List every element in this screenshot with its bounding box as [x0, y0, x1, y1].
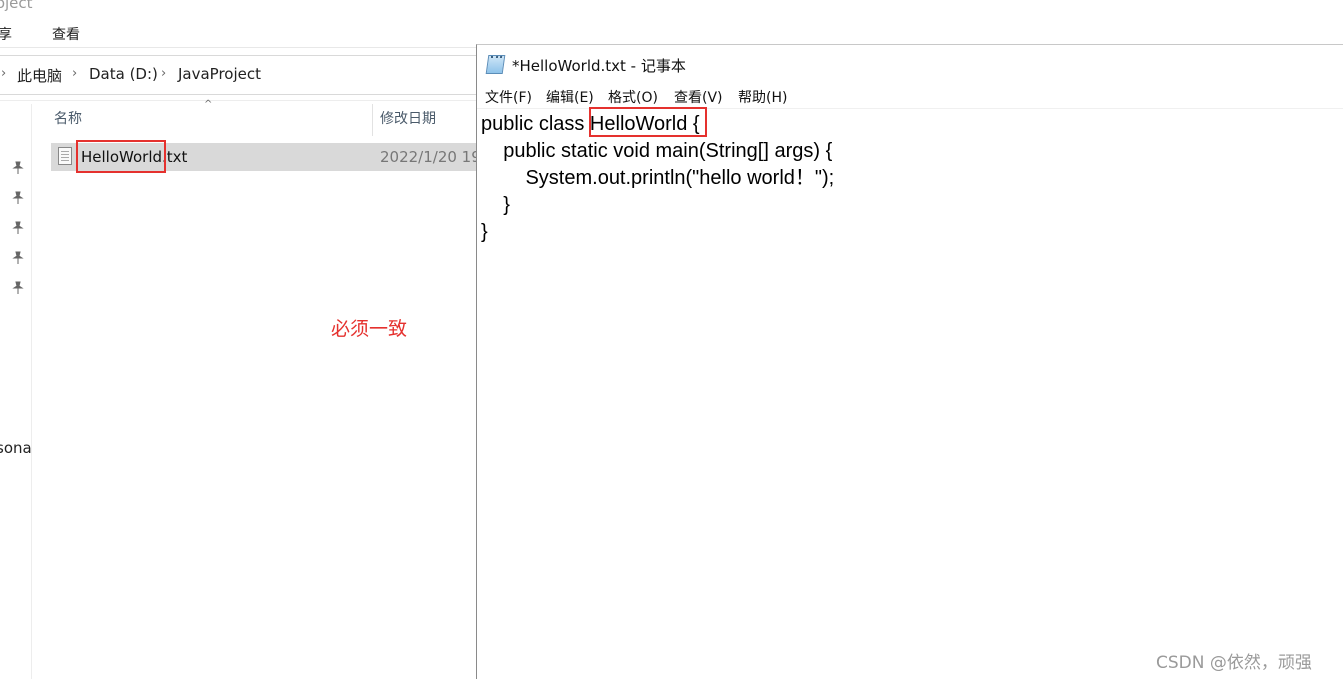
sort-ascending-icon: ^ — [204, 99, 213, 110]
column-header-modified[interactable]: 修改日期 — [380, 108, 436, 132]
chevron-right-icon[interactable]: › — [72, 66, 77, 81]
address-bar[interactable]: › 此电脑 › Data (D:) › JavaProject — [0, 55, 480, 95]
explorer-title: roject — [0, 0, 33, 12]
window-title: *HelloWorld.txt - 记事本 — [512, 57, 686, 75]
chevron-right-icon[interactable]: › — [1, 66, 6, 81]
watermark: CSDN @依然，顽强 — [1156, 653, 1312, 673]
ribbon-tab-view[interactable]: 查看 — [52, 24, 80, 44]
code-line: } — [481, 221, 488, 243]
content-divider — [0, 100, 480, 101]
file-modified-date: 2022/1/20 19 — [380, 148, 481, 166]
code-line: } — [481, 194, 510, 216]
text-editor[interactable]: public class HelloWorld { public static … — [481, 111, 1341, 671]
menu-file[interactable]: 文件(F) — [485, 87, 532, 107]
column-divider[interactable] — [372, 104, 373, 136]
column-header-name[interactable]: 名称 — [54, 108, 82, 132]
pin-icon — [12, 191, 24, 204]
menu-view[interactable]: 查看(V) — [674, 87, 723, 107]
highlight-box-filename — [76, 140, 166, 173]
pin-icon — [12, 281, 24, 294]
menu-edit[interactable]: 编辑(E) — [546, 87, 594, 107]
notepad-icon — [485, 55, 506, 74]
pin-icon — [12, 161, 24, 174]
code-line: public static void main(String[] args) { — [481, 140, 833, 162]
breadcrumb-data-drive[interactable]: Data (D:) — [89, 65, 158, 83]
breadcrumb-this-pc[interactable]: 此电脑 — [17, 65, 62, 86]
nav-item-partial[interactable]: sona — [0, 439, 32, 457]
menu-help[interactable]: 帮助(H) — [738, 87, 787, 107]
text-file-icon — [58, 147, 72, 165]
menu-bar: 文件(F) 编辑(E) 格式(O) 查看(V) 帮助(H) — [477, 86, 1343, 109]
code-line: System.out.println("hello world！"); — [481, 167, 835, 189]
notepad-window: *HelloWorld.txt - 记事本 文件(F) 编辑(E) 格式(O) … — [476, 44, 1343, 679]
highlight-box-classname — [589, 107, 707, 137]
chevron-right-icon[interactable]: › — [161, 66, 166, 81]
notepad-titlebar[interactable]: *HelloWorld.txt - 记事本 — [477, 45, 1343, 85]
ribbon-divider — [0, 47, 480, 48]
menu-format[interactable]: 格式(O) — [608, 87, 658, 107]
pin-icon — [12, 221, 24, 234]
breadcrumb-javaproject[interactable]: JavaProject — [178, 65, 261, 83]
ribbon-tab-share[interactable]: 享 — [0, 24, 12, 44]
pin-icon — [12, 251, 24, 264]
annotation-text: 必须一致 — [331, 318, 408, 340]
nav-pane-divider — [31, 104, 32, 679]
